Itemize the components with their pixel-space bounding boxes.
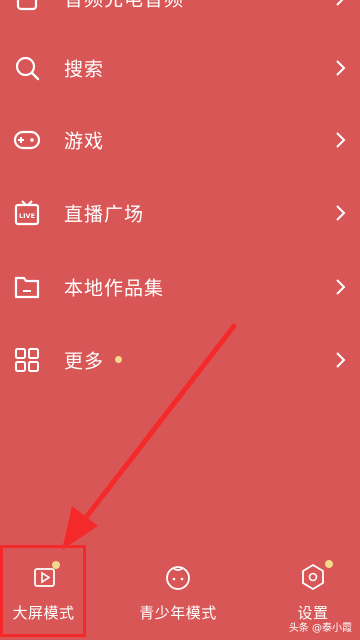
watermark: 头条 @泰小霞 <box>288 623 352 634</box>
annotation-arrow <box>62 323 237 550</box>
